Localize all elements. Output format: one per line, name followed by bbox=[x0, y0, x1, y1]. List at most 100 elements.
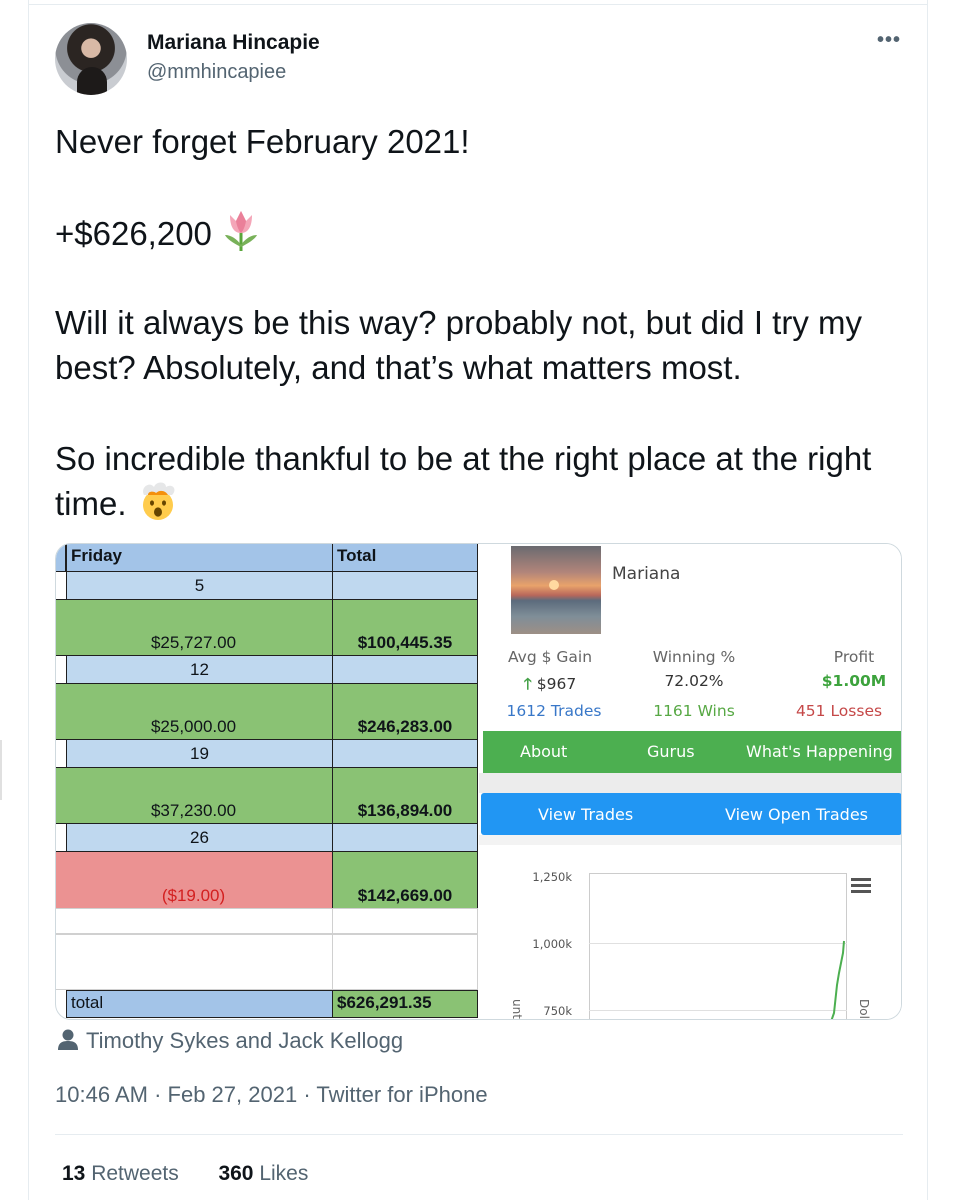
friday-cell: $25,727.00 bbox=[56, 599, 333, 656]
edge-mark bbox=[0, 740, 2, 800]
left-axis-label: unt bbox=[510, 999, 524, 1019]
wins-count-link[interactable]: 1161 Wins bbox=[639, 702, 749, 720]
likes-label: Likes bbox=[259, 1162, 309, 1185]
tweet-meta: 10:46 AM · Feb 27, 2021 · Twitter for iP… bbox=[55, 1082, 488, 1108]
frame-left-border bbox=[28, 0, 29, 1200]
friday-value: ($19.00) bbox=[161, 886, 226, 905]
date-label: 19 bbox=[190, 744, 209, 763]
tick-label: 1,000k bbox=[532, 937, 572, 951]
view-trades-button[interactable]: View Trades bbox=[538, 805, 633, 824]
profile-panel: Mariana Avg $ Gain 🡑 $967 Winning % 72.0… bbox=[479, 544, 901, 1019]
frame-top-border bbox=[28, 4, 928, 5]
meta-separator: · bbox=[154, 1082, 168, 1107]
empty-cell bbox=[332, 908, 478, 934]
profit-line bbox=[830, 940, 845, 1019]
attribution-text: Timothy Sykes and Jack Kellogg bbox=[86, 1028, 404, 1053]
tweet-source[interactable]: Twitter for iPhone bbox=[316, 1082, 487, 1107]
likes-count: 360 bbox=[218, 1162, 254, 1185]
right-axis-label: Dol bbox=[857, 999, 871, 1019]
engagement-counts: 13 Retweets 360 Likes bbox=[62, 1162, 308, 1186]
exploding-head-icon bbox=[136, 481, 180, 532]
total-cell: $246,283.00 bbox=[332, 683, 478, 740]
author-name[interactable]: Mariana Hincapie bbox=[147, 31, 320, 55]
stat-profit-label: Profit bbox=[833, 648, 875, 666]
stat-profit: Profit $1.00M bbox=[814, 648, 894, 690]
frame-right-border bbox=[927, 0, 928, 1200]
footer-total-cell: $626,291.35 bbox=[332, 990, 478, 1018]
total-value: $246,283.00 bbox=[357, 717, 453, 736]
total-cell: $136,894.00 bbox=[332, 767, 478, 824]
tweet-line-3: Will it always be this way? probably not… bbox=[55, 304, 862, 386]
losses-count-link[interactable]: 451 Losses bbox=[784, 702, 894, 720]
likes-link[interactable]: 360 Likes bbox=[218, 1162, 308, 1185]
footer-total-value: $626,291.35 bbox=[337, 993, 432, 1012]
nav-gurus[interactable]: Gurus bbox=[647, 742, 695, 761]
media-image[interactable]: Friday Total 5 $25,727.00 $100,445.35 12… bbox=[55, 543, 902, 1020]
friday-cell-loss: ($19.00) bbox=[56, 851, 333, 909]
nav-about[interactable]: About bbox=[520, 742, 567, 761]
total-value: $142,669.00 bbox=[357, 886, 453, 905]
total-value: $136,894.00 bbox=[357, 801, 453, 820]
tweet-time[interactable]: 10:46 AM bbox=[55, 1082, 148, 1107]
header-friday-label: Friday bbox=[71, 546, 123, 565]
chart-divider bbox=[479, 835, 901, 845]
tweet-date[interactable]: Feb 27, 2021 bbox=[168, 1082, 298, 1107]
profit-chart: 1,250k 1,000k 750k unt Dol bbox=[479, 845, 901, 1019]
stat-winning-value: 72.02% bbox=[664, 672, 724, 690]
date-total-cell bbox=[332, 655, 478, 684]
nav-whats-happening[interactable]: What's Happening bbox=[746, 742, 893, 761]
tweet-line-4: So incredible thankful to be at the righ… bbox=[55, 436, 905, 532]
footer-label-cell: total bbox=[66, 990, 333, 1018]
tweet-line-2: +$626,200 bbox=[55, 209, 905, 264]
empty-cell bbox=[332, 934, 478, 990]
date-label: 12 bbox=[190, 660, 209, 679]
retweets-link[interactable]: 13 Retweets bbox=[62, 1162, 179, 1185]
avatar[interactable] bbox=[55, 23, 127, 95]
more-options-icon[interactable]: ••• bbox=[874, 28, 904, 52]
friday-cell: $25,000.00 bbox=[56, 683, 333, 740]
empty-cell bbox=[56, 908, 333, 934]
sheet-header-friday: Friday bbox=[66, 544, 333, 572]
date-total-cell bbox=[332, 739, 478, 768]
stat-winning-label: Winning % bbox=[652, 648, 736, 666]
date-cell: 5 bbox=[66, 571, 333, 600]
total-cell: $100,445.35 bbox=[332, 599, 478, 656]
retweets-count: 13 bbox=[62, 1162, 86, 1185]
person-icon bbox=[58, 1029, 78, 1050]
stat-avg-gain-value: 🡑 $967 bbox=[497, 672, 603, 699]
sheet-header-total: Total bbox=[332, 544, 478, 572]
trades-count-link[interactable]: 1612 Trades bbox=[499, 702, 609, 720]
view-open-trades-button[interactable]: View Open Trades bbox=[725, 805, 868, 824]
friday-value: $25,727.00 bbox=[150, 633, 237, 652]
date-label: 5 bbox=[194, 576, 205, 595]
date-cell: 12 bbox=[66, 655, 333, 684]
media-attribution[interactable]: Timothy Sykes and Jack Kellogg bbox=[58, 1028, 403, 1054]
stat-profit-value: $1.00M bbox=[821, 672, 887, 690]
date-label: 26 bbox=[190, 828, 209, 847]
profile-photo bbox=[511, 546, 601, 634]
trades-button-bar: View Trades View Open Trades bbox=[481, 793, 901, 835]
date-total-cell bbox=[332, 823, 478, 852]
date-cell: 19 bbox=[66, 739, 333, 768]
friday-cell: $37,230.00 bbox=[56, 767, 333, 824]
arrow-up-icon: 🡑 bbox=[523, 675, 532, 693]
tweet-line-1: Never forget February 2021! bbox=[55, 123, 470, 160]
author-handle[interactable]: @mmhincapiee bbox=[147, 61, 286, 84]
hamburger-menu-icon[interactable] bbox=[851, 878, 871, 896]
empty-cell bbox=[56, 934, 333, 990]
profile-name: Mariana bbox=[612, 564, 681, 584]
stat-avg-gain-label: Avg $ Gain bbox=[507, 648, 593, 666]
panel-divider bbox=[479, 773, 901, 793]
total-cell: $142,669.00 bbox=[332, 851, 478, 909]
avg-gain-value: $967 bbox=[536, 675, 577, 693]
header-total-label: Total bbox=[337, 546, 377, 565]
friday-value: $25,000.00 bbox=[150, 717, 237, 736]
sheet-row-stub bbox=[56, 544, 66, 572]
tick-label: 1,250k bbox=[532, 870, 572, 884]
stat-winning: Winning % 72.02% bbox=[639, 648, 749, 690]
stat-avg-gain: Avg $ Gain 🡑 $967 bbox=[497, 648, 603, 699]
meta-separator: · bbox=[303, 1082, 317, 1107]
total-value: $100,445.35 bbox=[357, 633, 453, 652]
friday-value: $37,230.00 bbox=[150, 801, 237, 820]
retweets-label: Retweets bbox=[91, 1162, 179, 1185]
